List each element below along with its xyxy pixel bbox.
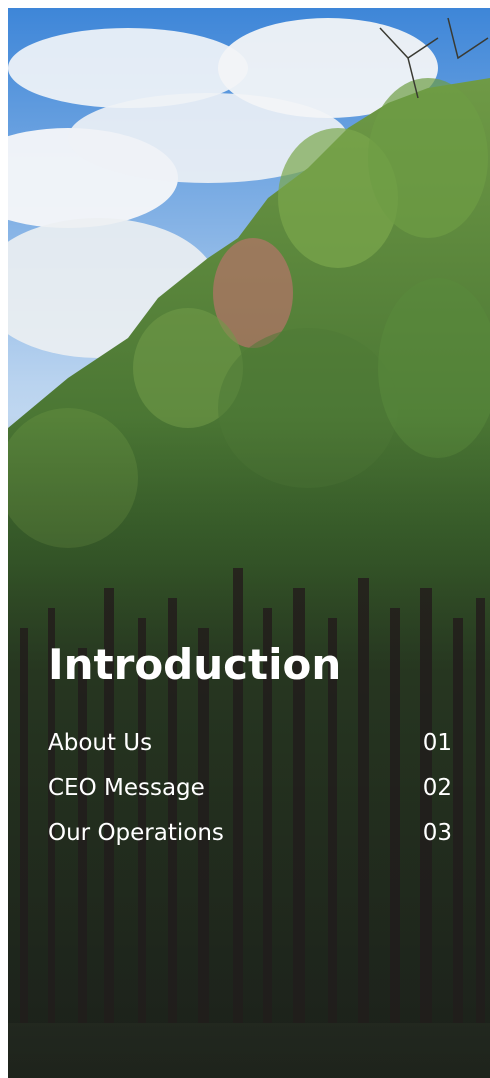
intro-panel: Introduction About Us 01 CEO Message 02 … bbox=[8, 8, 490, 1078]
toc-item-number: 02 bbox=[422, 774, 452, 801]
toc-item-label: About Us bbox=[48, 729, 153, 756]
intro-content: Introduction About Us 01 CEO Message 02 … bbox=[48, 640, 452, 855]
toc-item-about-us[interactable]: About Us 01 bbox=[48, 720, 452, 765]
page-title: Introduction bbox=[48, 640, 342, 689]
toc-item-our-operations[interactable]: Our Operations 03 bbox=[48, 810, 452, 855]
toc-item-ceo-message[interactable]: CEO Message 02 bbox=[48, 765, 452, 810]
table-of-contents: About Us 01 CEO Message 02 Our Operation… bbox=[48, 720, 452, 855]
forest-background-image bbox=[8, 8, 490, 1078]
toc-item-number: 03 bbox=[422, 819, 452, 846]
toc-item-label: Our Operations bbox=[48, 819, 224, 846]
toc-item-number: 01 bbox=[422, 729, 452, 756]
toc-item-label: CEO Message bbox=[48, 774, 205, 801]
